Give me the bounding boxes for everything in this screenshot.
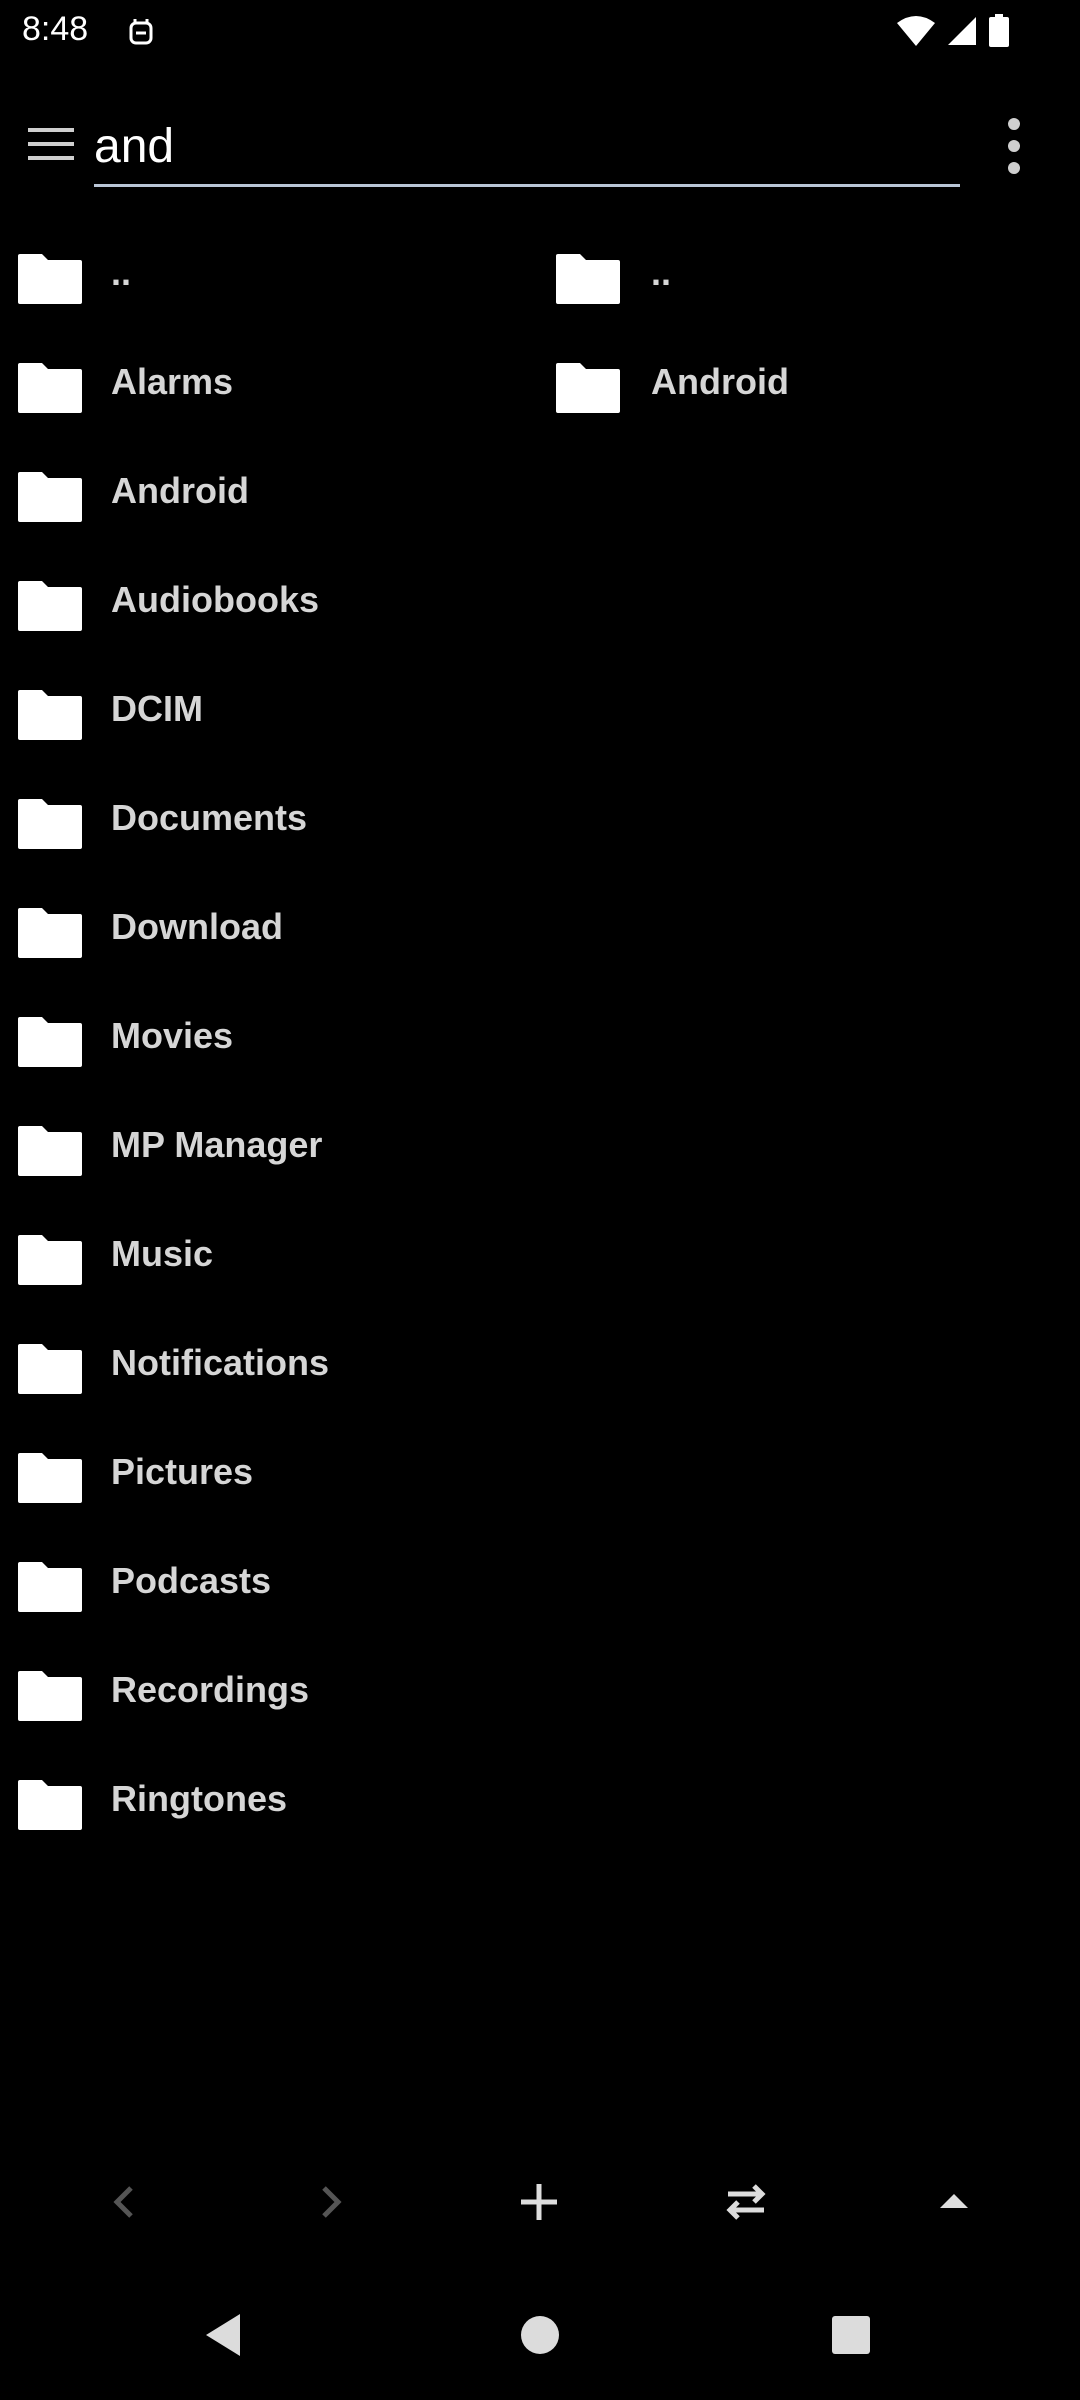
- list-item-label: Music: [111, 1233, 214, 1274]
- list-item-ringtones[interactable]: Ringtones: [0, 1746, 540, 1855]
- swap-horiz-icon[interactable]: [714, 2170, 778, 2234]
- list-item-music[interactable]: Music: [0, 1201, 540, 1310]
- list-item-podcasts[interactable]: Podcasts: [0, 1528, 540, 1637]
- list-item-label: ..: [651, 252, 672, 293]
- folder-icon: [18, 581, 82, 631]
- list-item-label: Pictures: [111, 1451, 254, 1492]
- cellular-signal-icon: [948, 17, 976, 45]
- list-item-android[interactable]: Android: [540, 329, 1080, 438]
- recents-icon[interactable]: [826, 2310, 876, 2360]
- list-item-label: ..: [111, 252, 132, 293]
- list-item-label: Android: [651, 361, 789, 402]
- search-field[interactable]: [94, 108, 960, 187]
- caret-up-icon[interactable]: [922, 2170, 986, 2234]
- folder-icon: [18, 1235, 82, 1285]
- folder-icon: [18, 690, 82, 740]
- wifi-icon: [897, 16, 935, 46]
- folder-icon: [18, 1344, 82, 1394]
- list-item-android[interactable]: Android: [0, 438, 540, 547]
- list-item-pictures[interactable]: Pictures: [0, 1419, 540, 1528]
- list-item-label: Notifications: [111, 1342, 330, 1383]
- left-file-pane: .. Alarms Android Audiobooks DCIM Docume…: [0, 220, 540, 1855]
- folder-icon: [18, 254, 82, 304]
- list-item-documents[interactable]: Documents: [0, 765, 540, 874]
- status-icons: [896, 14, 1010, 48]
- app-notification-icon: [129, 19, 153, 45]
- plus-icon[interactable]: [507, 2170, 571, 2234]
- list-item-label: Alarms: [111, 361, 234, 402]
- folder-icon: [18, 1017, 82, 1067]
- status-bar: 8:48: [0, 0, 1080, 62]
- list-item-alarms[interactable]: Alarms: [0, 329, 540, 438]
- back-icon[interactable]: [200, 2310, 250, 2360]
- bottom-action-bar: [0, 2150, 1080, 2250]
- hamburger-menu-icon[interactable]: [24, 120, 80, 168]
- list-item-label: DCIM: [111, 688, 203, 729]
- list-item-parent[interactable]: ..: [540, 220, 1080, 329]
- folder-icon: [18, 1780, 82, 1830]
- home-icon[interactable]: [515, 2310, 565, 2360]
- list-item-label: Recordings: [111, 1669, 310, 1710]
- system-nav-bar: [0, 2290, 1080, 2380]
- list-item-dcim[interactable]: DCIM: [0, 656, 540, 765]
- folder-icon: [18, 1126, 82, 1176]
- list-item-parent[interactable]: ..: [0, 220, 540, 329]
- list-item-label: Download: [111, 906, 283, 947]
- list-item-audiobooks[interactable]: Audiobooks: [0, 547, 540, 656]
- folder-icon: [18, 1453, 82, 1503]
- more-vert-icon[interactable]: [996, 110, 1032, 182]
- list-item-movies[interactable]: Movies: [0, 983, 540, 1092]
- folder-icon: [18, 799, 82, 849]
- list-item-label: Movies: [111, 1015, 234, 1056]
- list-item-label: Podcasts: [111, 1560, 272, 1601]
- folder-icon: [18, 472, 82, 522]
- folder-icon: [556, 254, 620, 304]
- folder-icon: [18, 908, 82, 958]
- list-item-mp-manager[interactable]: MP Manager: [0, 1092, 540, 1201]
- folder-icon: [556, 363, 620, 413]
- folder-icon: [18, 1671, 82, 1721]
- list-item-label: Ringtones: [111, 1778, 287, 1819]
- chevron-right-icon[interactable]: [298, 2170, 362, 2234]
- list-item-recordings[interactable]: Recordings: [0, 1637, 540, 1746]
- right-file-pane: .. Android: [540, 220, 1080, 438]
- list-item-label: MP Manager: [111, 1124, 323, 1165]
- list-item-notifications[interactable]: Notifications: [0, 1310, 540, 1419]
- search-input[interactable]: [94, 108, 960, 184]
- list-item-download[interactable]: Download: [0, 874, 540, 983]
- folder-icon: [18, 1562, 82, 1612]
- battery-icon: [989, 14, 1009, 47]
- status-time: 8:48: [22, 10, 89, 48]
- list-item-label: Documents: [111, 797, 308, 838]
- folder-icon: [18, 363, 82, 413]
- list-item-label: Android: [111, 470, 249, 511]
- list-item-label: Audiobooks: [111, 579, 319, 620]
- chevron-left-icon[interactable]: [93, 2170, 157, 2234]
- toolbar: [0, 100, 1080, 190]
